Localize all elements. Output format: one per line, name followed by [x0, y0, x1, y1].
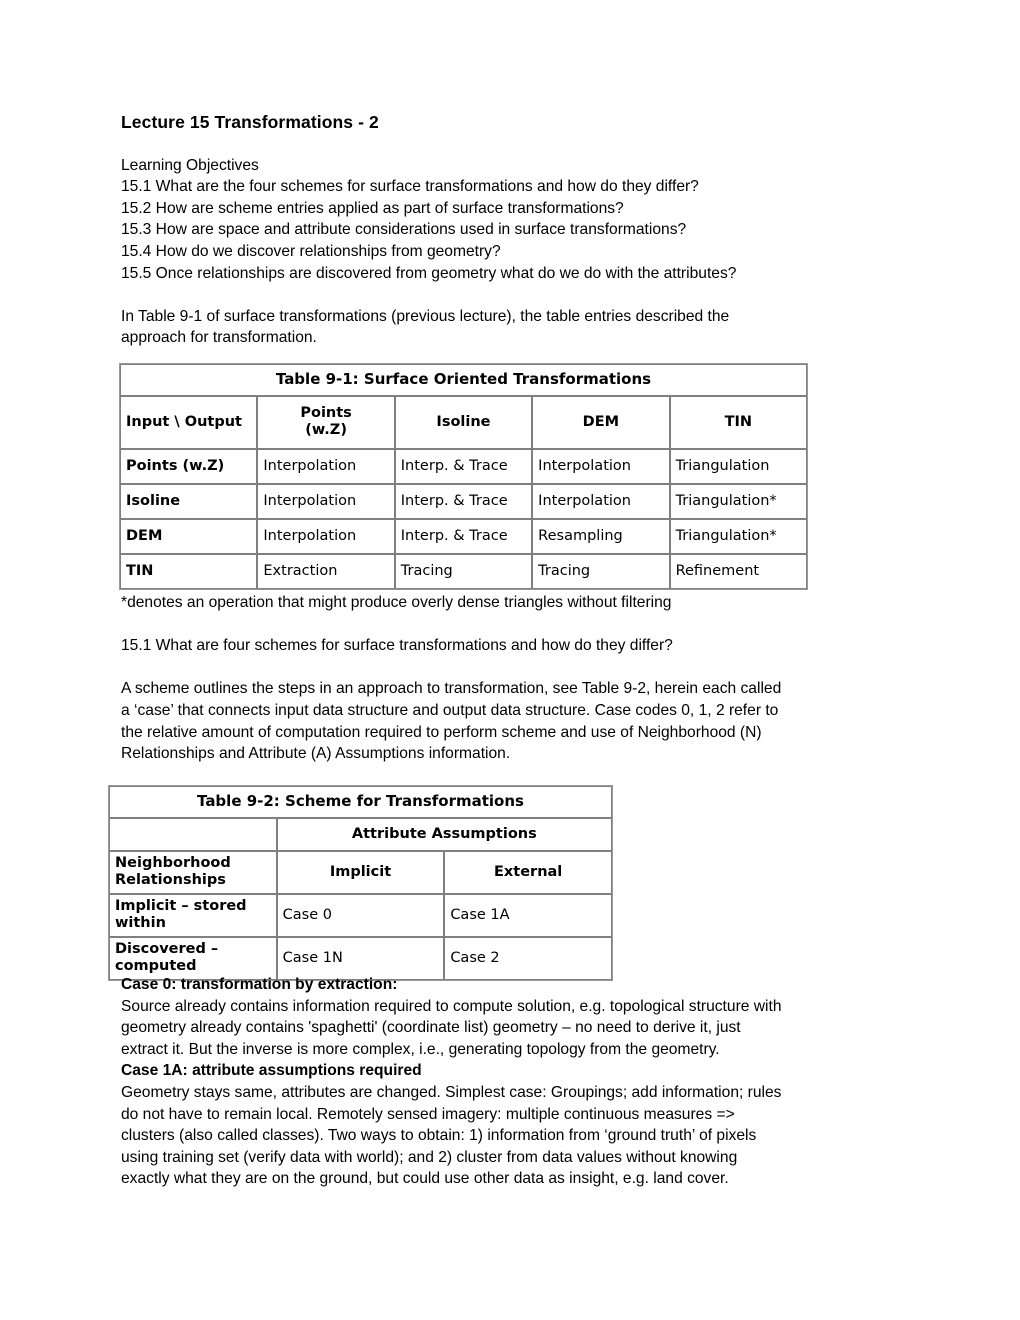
- table-9-2-header-implicit: Implicit: [276, 851, 445, 894]
- table-9-2-row-label-implicit-stored-within: Implicit – stored within: [109, 894, 277, 937]
- table-row: Implicit – stored within Case 0 Case 1A: [109, 894, 612, 937]
- table-9-2-caption-row: Table 9-2: Scheme for Transformations: [109, 786, 612, 818]
- table-9-1-cell-tin-tin: Refinement: [669, 554, 807, 589]
- table-row: DEM Interpolation Interp. & Trace Resamp…: [120, 519, 807, 554]
- table-9-2-header-external: External: [444, 851, 612, 894]
- learning-objectives-heading: Learning Objectives: [121, 156, 259, 174]
- table-9-2-corner-blank: [109, 818, 277, 851]
- table-9-1-header-input-output: Input \ Output: [120, 396, 258, 449]
- objective-item-15-5: 15.5 Once relationships are discovered f…: [121, 264, 737, 282]
- intro-paragraph-line-1: In Table 9-1 of surface transformations …: [121, 307, 730, 325]
- page-title: Lecture 15 Transformations - 2: [121, 112, 379, 132]
- scheme-paragraph-line-3: the relative amount of computation requi…: [121, 723, 762, 741]
- table-9-2-caption: Table 9-2: Scheme for Transformations: [109, 786, 612, 818]
- document-page: Lecture 15 Transformations - 2 Learning …: [0, 0, 1020, 1320]
- table-9-1-cell-isoline-dem: Interpolation: [532, 484, 670, 519]
- case-1a-body-line-4: using training set (verify data with wor…: [121, 1148, 738, 1166]
- table-9-1-cell-points-tin: Triangulation: [669, 449, 807, 484]
- table-9-2-header-neighborhood-relationships: Neighborhood Relationships: [109, 851, 277, 894]
- table-9-1-cell-points-isoline: Interp. & Trace: [394, 449, 533, 484]
- table-9-1-cell-dem-isoline: Interp. & Trace: [394, 519, 533, 554]
- table-9-2: Table 9-2: Scheme for Transformations At…: [108, 785, 613, 981]
- table-9-2-cell-implicit-external: Case 1A: [444, 894, 612, 937]
- scheme-paragraph-line-1: A scheme outlines the steps in an approa…: [121, 680, 782, 698]
- objective-item-15-3: 15.3 How are space and attribute conside…: [121, 221, 687, 239]
- table-row: Isoline Interpolation Interp. & Trace In…: [120, 484, 807, 519]
- table-9-1-cell-isoline-tin: Triangulation*: [669, 484, 807, 519]
- table-9-2-attribute-header-row: Attribute Assumptions: [109, 818, 612, 851]
- case-1a-body-line-2: do not have to remain local. Remotely se…: [121, 1105, 735, 1123]
- case-0-heading: Case 0: transformation by extraction:: [121, 976, 398, 993]
- table-9-1-row-label-tin: TIN: [120, 554, 258, 589]
- table-9-1-cell-tin-isoline: Tracing: [394, 554, 533, 589]
- case-1a-heading: Case 1A: attribute assumptions required: [121, 1062, 422, 1080]
- document-body-middle: *denotes an operation that might produce…: [121, 592, 911, 765]
- table-9-1-cell-points-points: Interpolation: [257, 449, 395, 484]
- document-body-bottom: Case 0: transformation by extraction: So…: [121, 974, 911, 1190]
- table-row: Points (w.Z) Interpolation Interp. & Tra…: [120, 449, 807, 484]
- table-9-1-header-points-line2: (w.Z): [305, 422, 347, 438]
- case-0-body-line-2: geometry already contains 'spaghetti' (c…: [121, 1019, 741, 1037]
- table-9-1-row-label-dem: DEM: [120, 519, 258, 554]
- case-1a-body-line-5: exactly what they are on the ground, but…: [121, 1170, 729, 1188]
- table-9-1-header-tin: TIN: [669, 396, 807, 449]
- table-9-1-cell-tin-points: Extraction: [257, 554, 395, 589]
- case-1a-body-line-3: clusters (also called classes). Two ways…: [121, 1127, 757, 1145]
- scheme-paragraph-line-4: Relationships and Attribute (A) Assumpti…: [121, 745, 511, 763]
- objective-item-15-1: 15.1 What are the four schemes for surfa…: [121, 178, 699, 196]
- table-9-2-subheader-row: Neighborhood Relationships Implicit Exte…: [109, 851, 612, 894]
- table-9-1-caption: Table 9-1: Surface Oriented Transformati…: [120, 364, 807, 396]
- objective-item-15-4: 15.4 How do we discover relationships fr…: [121, 242, 501, 260]
- table-9-2-header-attribute-assumptions: Attribute Assumptions: [276, 818, 612, 851]
- table-row: TIN Extraction Tracing Tracing Refinemen…: [120, 554, 807, 589]
- case-0-body-line-3: extract it. But the inverse is more comp…: [121, 1040, 720, 1058]
- table-9-1-cell-points-dem: Interpolation: [532, 449, 670, 484]
- question-15-1: 15.1 What are four schemes for surface t…: [121, 637, 673, 655]
- table-9-1-header-dem: DEM: [532, 396, 670, 449]
- case-1a-body-line-1: Geometry stays same, attributes are chan…: [121, 1083, 782, 1101]
- table-9-1-header-isoline: Isoline: [394, 396, 533, 449]
- table-9-1-cell-dem-dem: Resampling: [532, 519, 670, 554]
- document-body-top: Lecture 15 Transformations - 2 Learning …: [121, 112, 911, 349]
- table-9-1-footnote: *denotes an operation that might produce…: [121, 594, 672, 611]
- table-9-1-header-row: Input \ Output Points (w.Z) Isoline DEM …: [120, 396, 807, 449]
- case-0-body-line-1: Source already contains information requ…: [121, 997, 782, 1015]
- objective-item-15-2: 15.2 How are scheme entries applied as p…: [121, 199, 624, 217]
- table-9-1-cell-tin-dem: Tracing: [532, 554, 670, 589]
- intro-paragraph-line-2: approach for transformation.: [121, 329, 317, 347]
- table-9-1-cell-dem-tin: Triangulation*: [669, 519, 807, 554]
- table-9-1-header-points-line1: Points: [300, 405, 352, 421]
- table-9-1-caption-row: Table 9-1: Surface Oriented Transformati…: [120, 364, 807, 396]
- table-9-1-header-points: Points (w.Z): [257, 396, 395, 449]
- table-9-1-cell-dem-points: Interpolation: [257, 519, 395, 554]
- table-9-1-cell-isoline-isoline: Interp. & Trace: [394, 484, 533, 519]
- table-9-1-row-label-points: Points (w.Z): [120, 449, 258, 484]
- table-9-2-cell-implicit-implicit: Case 0: [276, 894, 445, 937]
- table-9-1: Table 9-1: Surface Oriented Transformati…: [119, 363, 808, 590]
- table-9-1-cell-isoline-points: Interpolation: [257, 484, 395, 519]
- scheme-paragraph-line-2: a ‘case’ that connects input data struct…: [121, 701, 779, 719]
- table-9-1-row-label-isoline: Isoline: [120, 484, 258, 519]
